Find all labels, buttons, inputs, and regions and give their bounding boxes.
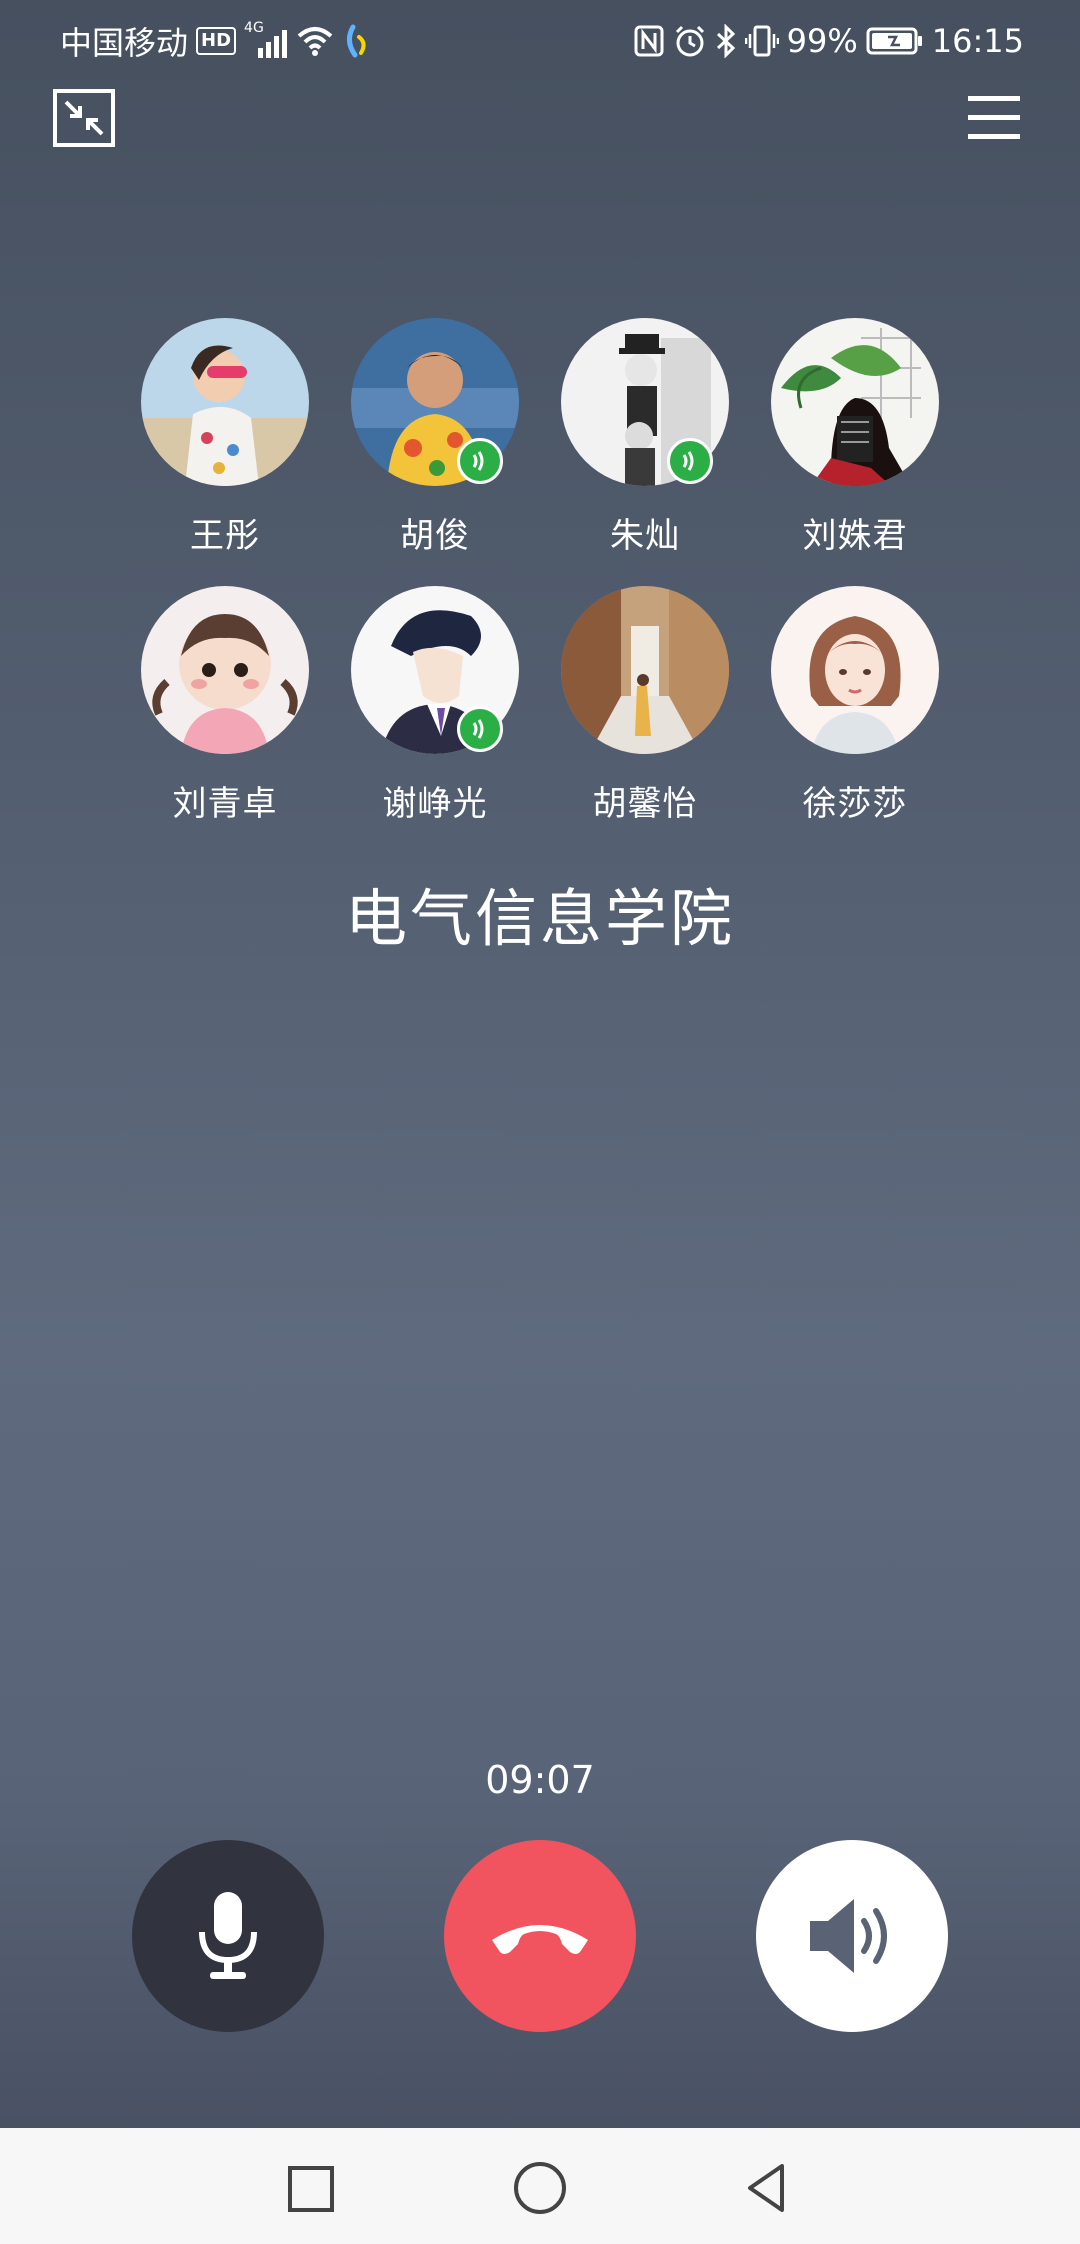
- call-indicator-icon: [347, 24, 366, 58]
- network-type: 4G: [244, 20, 264, 36]
- participant-name: 谢峥光: [382, 784, 488, 824]
- avatar: [771, 586, 939, 754]
- nfc-icon: [634, 25, 664, 57]
- battery-percent: 99%: [786, 22, 858, 60]
- participant-name: 刘姝君: [802, 516, 908, 556]
- participant[interactable]: 徐莎莎: [750, 586, 960, 825]
- participant[interactable]: 谢峥光: [330, 586, 540, 825]
- participant[interactable]: 刘青卓: [120, 586, 330, 825]
- speaking-icon: [667, 438, 713, 484]
- status-right: 99% 16:15: [633, 18, 1024, 64]
- carrier-label: 中国移动: [60, 24, 189, 62]
- participant-name: 王彤: [190, 516, 260, 556]
- avatar: [141, 318, 309, 486]
- alarm-icon: [675, 25, 704, 57]
- participant-name: 朱灿: [610, 516, 680, 556]
- status-bar: 中国移动 HD 4G 99% 16:15: [0, 0, 1080, 82]
- battery-icon: [866, 27, 922, 55]
- back-button[interactable]: [738, 2158, 798, 2218]
- participant[interactable]: 胡馨怡: [540, 586, 750, 825]
- recents-button[interactable]: [280, 2158, 340, 2218]
- participant-name: 徐莎莎: [802, 784, 908, 824]
- hang-up-icon: [492, 1925, 588, 1954]
- signal-icon: 4G: [244, 20, 288, 58]
- microphone-icon: [199, 1892, 257, 1979]
- home-button[interactable]: [510, 2158, 570, 2218]
- vibrate-icon: [744, 25, 779, 57]
- clock: 16:15: [931, 22, 1024, 60]
- speaker-button[interactable]: [756, 1840, 948, 2032]
- status-left: 中国移动 HD 4G: [60, 18, 373, 64]
- avatar: [771, 318, 939, 486]
- call-timer: 09:07: [485, 1758, 595, 1802]
- minimize-button[interactable]: [52, 88, 116, 148]
- participant[interactable]: 刘姝君: [750, 318, 960, 557]
- mute-button[interactable]: [132, 1840, 324, 2032]
- speaker-icon: [810, 1899, 887, 1973]
- avatar: [561, 586, 729, 754]
- hang-up-button[interactable]: [444, 1840, 636, 2032]
- hamburger-menu-icon: [968, 96, 1020, 139]
- system-nav-bar: [0, 2128, 1080, 2244]
- square-icon: [288, 2166, 334, 2212]
- speaking-icon: [457, 438, 503, 484]
- participant-name: 胡馨怡: [592, 784, 698, 824]
- avatar: [141, 586, 309, 754]
- speaking-icon: [457, 706, 503, 752]
- participant[interactable]: 王彤: [120, 318, 330, 557]
- menu-button[interactable]: [964, 90, 1024, 146]
- back-triangle-icon: [748, 2164, 784, 2212]
- hd-badge: HD: [196, 27, 237, 55]
- bluetooth-icon: [716, 24, 735, 58]
- circle-icon: [514, 2162, 566, 2214]
- participant-name: 胡俊: [400, 516, 470, 556]
- group-name: 电气信息学院: [344, 882, 735, 955]
- participant[interactable]: 朱灿: [540, 318, 750, 557]
- minimize-icon: [53, 89, 115, 147]
- participant[interactable]: 胡俊: [330, 318, 540, 557]
- wifi-icon: [297, 27, 333, 56]
- participant-name: 刘青卓: [172, 784, 278, 824]
